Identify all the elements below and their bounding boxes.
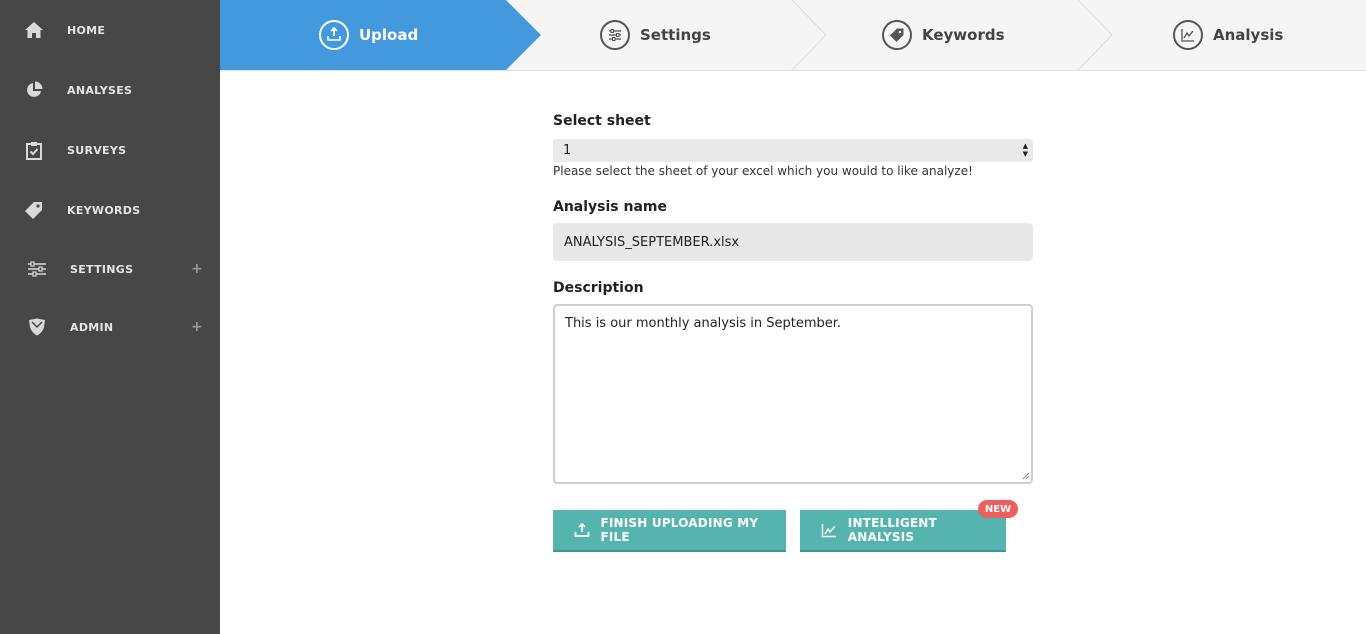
expand-icon[interactable]: + xyxy=(191,319,203,335)
sidebar-item-label: HOME xyxy=(67,23,106,37)
step-label: Settings xyxy=(640,26,711,44)
pie-chart-icon xyxy=(24,80,44,100)
step-label: Analysis xyxy=(1213,26,1284,44)
intelligent-analysis-button[interactable]: INTELLIGENT ANALYSIS xyxy=(800,510,1006,552)
analysis-name-label: Analysis name xyxy=(553,199,668,215)
finish-uploading-button[interactable]: FINISH UPLOADING MY FILE xyxy=(553,510,786,552)
sidebar-item-label: ANALYSES xyxy=(67,83,133,97)
sidebar-item-analyses[interactable]: ANALYSES xyxy=(0,70,220,110)
description-textarea[interactable]: This is our monthly analysis in Septembe… xyxy=(553,304,1033,484)
sheet-select[interactable]: 1 ▲ ▼ xyxy=(553,139,1033,162)
sheet-select-value: 1 xyxy=(563,143,572,158)
step-analysis[interactable]: Analysis xyxy=(1173,0,1283,70)
sidebar-item-label: SURVEYS xyxy=(67,143,127,157)
line-chart-icon xyxy=(1173,20,1203,50)
upload-icon xyxy=(319,20,349,50)
sidebar-item-label: SETTINGS xyxy=(70,262,134,276)
step-label: Keywords xyxy=(922,26,1005,44)
intelligent-analysis-label: INTELLIGENT ANALYSIS xyxy=(847,516,937,544)
finish-uploading-label: FINISH UPLOADING MY FILE xyxy=(600,516,759,544)
description-label: Description xyxy=(553,280,644,296)
sliders-icon xyxy=(600,20,630,50)
shield-icon xyxy=(27,317,47,337)
sliders-icon xyxy=(27,259,47,279)
step-divider xyxy=(791,0,827,70)
sidebar-item-surveys[interactable]: SURVEYS xyxy=(0,130,220,170)
wizard-stepper: Upload Settings Keywords Analysis xyxy=(220,0,1366,71)
sidebar-item-label: ADMIN xyxy=(70,320,114,334)
upload-icon xyxy=(573,521,590,539)
line-chart-icon xyxy=(820,521,838,539)
step-upload[interactable]: Upload xyxy=(319,0,418,70)
step-divider xyxy=(1077,0,1113,70)
new-badge: NEW xyxy=(978,500,1018,518)
home-icon xyxy=(24,20,44,40)
sidebar-item-settings[interactable]: SETTINGS + xyxy=(0,249,220,289)
sheet-hint: Please select the sheet of your excel wh… xyxy=(553,164,973,178)
step-settings[interactable]: Settings xyxy=(600,0,711,70)
select-arrows-icon: ▲ ▼ xyxy=(1022,142,1028,158)
resize-handle-icon[interactable] xyxy=(1022,472,1030,480)
sidebar-item-home[interactable]: HOME xyxy=(0,10,220,50)
sidebar-item-admin[interactable]: ADMIN + xyxy=(0,307,220,347)
step-keywords[interactable]: Keywords xyxy=(882,0,1005,70)
expand-icon[interactable]: + xyxy=(191,261,203,277)
sheet-label: Select sheet xyxy=(553,113,651,129)
clipboard-check-icon xyxy=(24,140,44,160)
sidebar: HOME ANALYSES SURVEYS KEYWORDS SETTINGS … xyxy=(0,0,220,634)
analysis-name-input[interactable] xyxy=(553,223,1033,261)
sidebar-item-keywords[interactable]: KEYWORDS xyxy=(0,190,220,230)
sidebar-item-label: KEYWORDS xyxy=(67,203,141,217)
tag-icon xyxy=(882,20,912,50)
step-label: Upload xyxy=(359,26,419,44)
tag-icon xyxy=(24,200,44,220)
